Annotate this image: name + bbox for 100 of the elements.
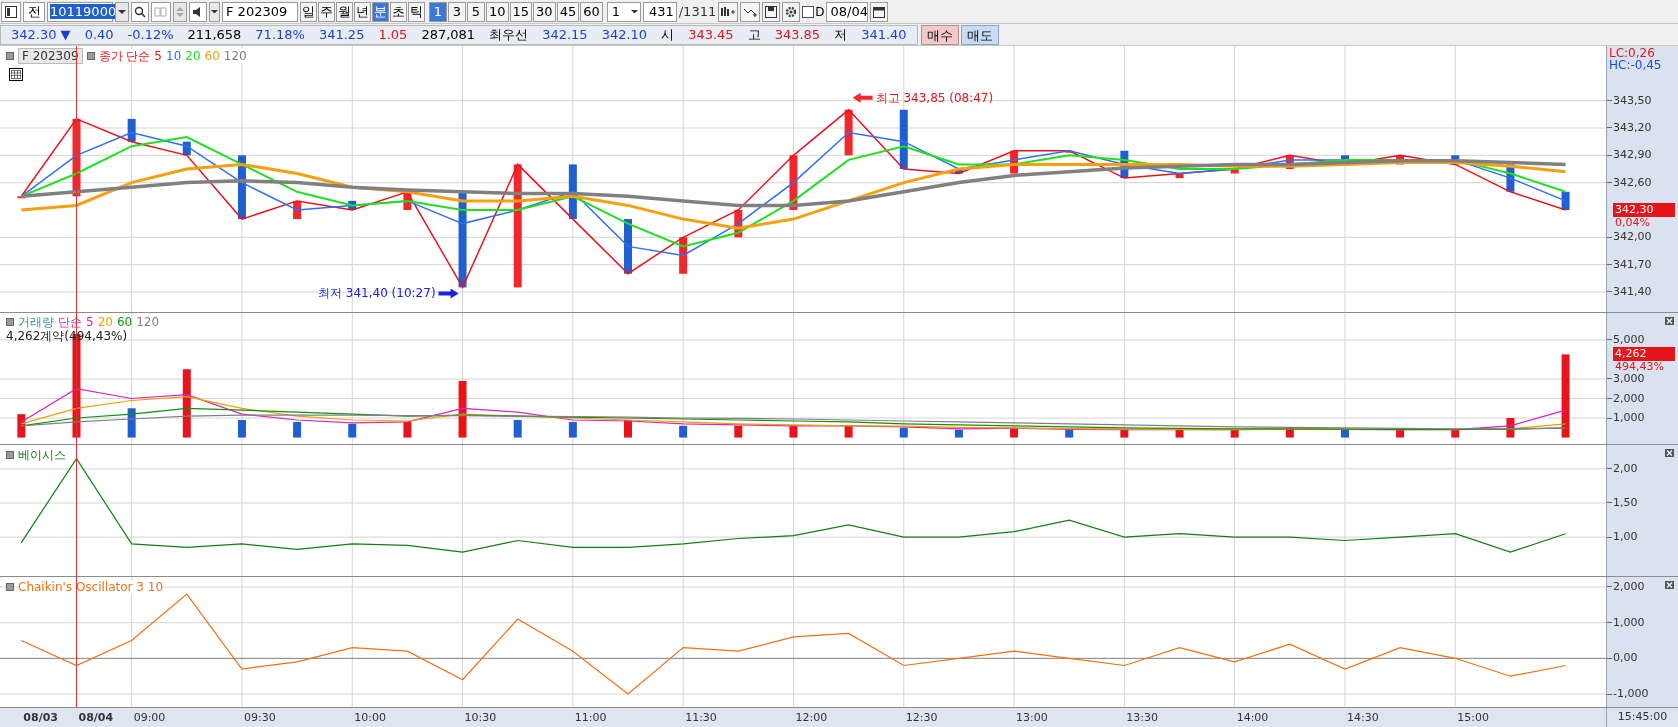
quote-value: 저 xyxy=(834,25,848,44)
period-label: 10 xyxy=(166,49,182,63)
high-annotation: 최고 343,85 (08:47) xyxy=(875,90,994,105)
quote-value: 287,081 xyxy=(421,25,476,44)
period-tab[interactable]: 틱 xyxy=(408,1,425,22)
interval-button[interactable]: 15 xyxy=(509,1,533,22)
code-field[interactable]: 10119000 xyxy=(47,1,113,22)
sell-button[interactable]: 매도 xyxy=(960,24,999,45)
interval-button[interactable]: 3 xyxy=(448,1,466,22)
axis-info-label: LC:0,26 xyxy=(1609,47,1656,59)
axis-label: 3,000 xyxy=(1612,372,1645,386)
period-label: 60 xyxy=(204,49,220,63)
period-tab[interactable]: 일 xyxy=(300,1,317,22)
d-checkbox[interactable] xyxy=(802,5,815,18)
time-axis-label: 14:00 xyxy=(1236,711,1269,724)
price-candle xyxy=(679,237,688,274)
period-label: 120 xyxy=(136,315,160,329)
indicator-label: 베이시스 xyxy=(18,448,66,462)
panel-handle-icon[interactable] xyxy=(6,52,14,60)
count-dropdown[interactable]: 1 xyxy=(606,1,641,22)
quote-value: 211,658 xyxy=(187,25,242,44)
cursor-time-label: 15:45:00 xyxy=(1617,709,1668,726)
time-axis-label: 11:30 xyxy=(685,711,717,724)
date-field[interactable]: 08/04 xyxy=(826,1,869,22)
period-label: 60 xyxy=(116,315,133,329)
chart-tool-icon[interactable] xyxy=(740,1,761,22)
indicator-label: 종가 단순 xyxy=(98,49,151,63)
menu-button[interactable]: 전 xyxy=(23,1,45,22)
quote-value: 343.45 xyxy=(688,25,734,44)
period-tab[interactable]: 분 xyxy=(372,1,389,22)
price-candle xyxy=(348,200,357,210)
panel-handle-icon[interactable] xyxy=(6,583,14,591)
price-candle xyxy=(1175,173,1184,179)
panel-icon[interactable] xyxy=(1,1,21,22)
period-tab[interactable]: 초 xyxy=(390,1,407,22)
interval-button[interactable]: 10 xyxy=(486,1,509,22)
close-icon[interactable] xyxy=(1665,317,1674,325)
price-candle xyxy=(568,164,577,220)
panel-handle-icon[interactable] xyxy=(86,52,95,60)
dropdown-button[interactable] xyxy=(209,1,220,22)
quote-value: 341.40 xyxy=(861,25,907,44)
interval-button[interactable]: 1 xyxy=(429,1,447,22)
close-icon[interactable] xyxy=(1665,449,1674,457)
price-candle xyxy=(1230,169,1239,174)
close-icon[interactable] xyxy=(1665,581,1674,589)
price-candle xyxy=(403,191,412,210)
period-tab[interactable]: 주 xyxy=(318,1,335,22)
price-candle xyxy=(237,155,246,220)
period-label: 20 xyxy=(97,315,113,329)
axis-label: -1,000 xyxy=(1612,687,1649,701)
quote-value: 0.40 xyxy=(84,25,114,44)
axis-label: 341,40 xyxy=(1612,284,1652,299)
symbol-field[interactable]: F 202309 xyxy=(222,1,298,22)
interval-button[interactable]: 45 xyxy=(556,1,580,22)
axis-label: 2,000 xyxy=(1612,391,1645,406)
quote-value: 342.15 xyxy=(542,25,588,44)
period-tab[interactable]: 년 xyxy=(354,1,371,22)
axis-label: 0,00 xyxy=(1612,651,1638,666)
settings-icon[interactable] xyxy=(782,1,801,22)
axis-label: 1,50 xyxy=(1612,496,1638,510)
calendar-icon[interactable] xyxy=(870,1,889,22)
price-candle xyxy=(899,109,908,169)
time-axis-label: 08/04 xyxy=(78,711,114,724)
quote-value: 고 xyxy=(747,25,761,44)
interval-button[interactable]: 30 xyxy=(533,1,556,22)
panel-handle-icon[interactable] xyxy=(6,318,14,326)
interval-button[interactable]: 5 xyxy=(467,1,485,22)
price-candle xyxy=(1561,191,1570,210)
dropdown-button[interactable] xyxy=(115,1,129,22)
time-axis-label: 09:00 xyxy=(133,711,166,724)
axis-label: 1,000 xyxy=(1612,411,1645,426)
axis-info-label: HC:-0,45 xyxy=(1609,59,1662,71)
price-candle xyxy=(1506,164,1515,192)
period-tab[interactable]: 월 xyxy=(336,1,353,22)
axis-label: 1,000 xyxy=(1612,615,1645,630)
chart-tool-icon[interactable] xyxy=(718,1,739,22)
total-count-label: /1311 xyxy=(678,2,717,21)
price-candle xyxy=(1285,155,1294,169)
buy-button[interactable]: 매수 xyxy=(920,24,959,45)
price-candle xyxy=(1065,150,1074,153)
speaker-icon[interactable] xyxy=(189,1,207,22)
quote-value: 71.18% xyxy=(255,25,305,44)
quote-value: 342.10 xyxy=(601,25,648,44)
price-candle xyxy=(293,200,302,220)
axis-label: 342,00 xyxy=(1612,230,1652,245)
save-icon[interactable] xyxy=(762,1,781,22)
caret-icon xyxy=(630,9,638,14)
table-icon[interactable] xyxy=(9,68,23,81)
caret-icon xyxy=(211,9,218,14)
axis-label: 341,70 xyxy=(1612,257,1652,272)
position-field[interactable]: 431 xyxy=(642,1,677,22)
axis-label: 2,000 xyxy=(1612,580,1645,594)
axis-label: 343,20 xyxy=(1612,121,1652,135)
search-icon[interactable] xyxy=(131,1,149,22)
period-label: 5 xyxy=(86,315,94,329)
panel-handle-icon[interactable] xyxy=(6,451,14,459)
time-axis-label: 15:00 xyxy=(1457,711,1489,724)
indicator-label: Chaikin's Oscillator 3 10 xyxy=(18,580,164,594)
price-candle xyxy=(624,219,632,274)
interval-button[interactable]: 60 xyxy=(580,1,603,22)
